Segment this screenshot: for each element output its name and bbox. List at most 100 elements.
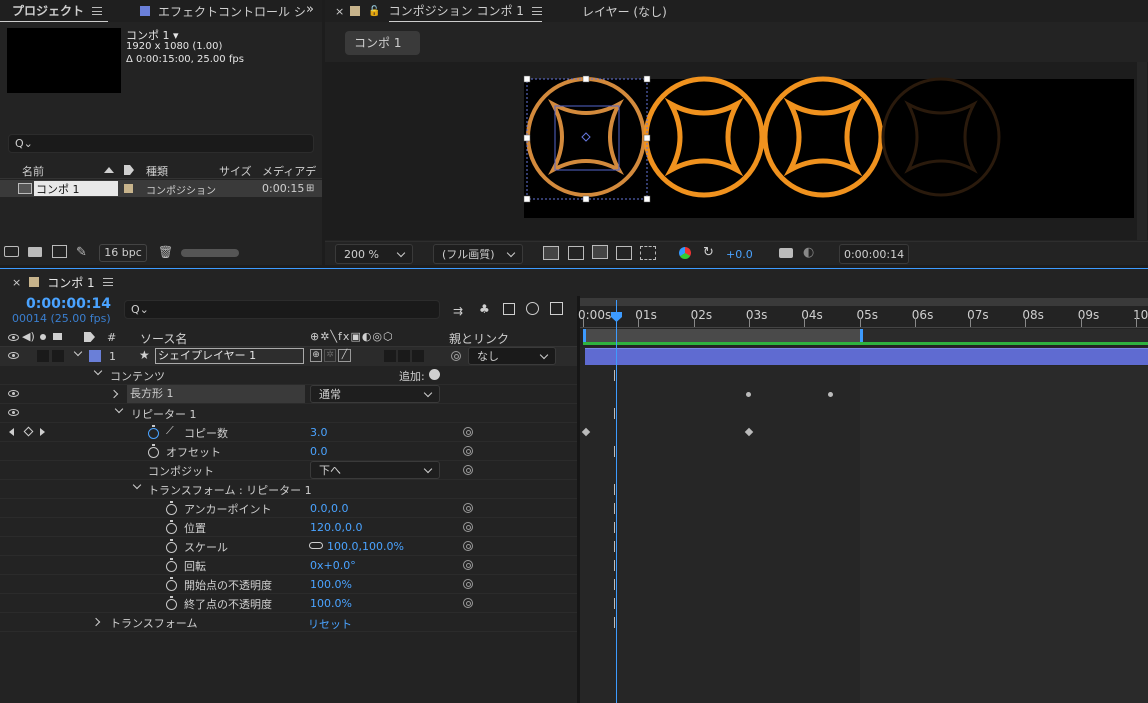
eye-icon[interactable] bbox=[8, 390, 19, 397]
comp-timecode[interactable]: 0:00:00:14 bbox=[839, 244, 909, 264]
end-opacity-value[interactable]: 100.0% bbox=[310, 597, 352, 610]
time-navigator[interactable] bbox=[580, 298, 1148, 306]
layer-label-color[interactable] bbox=[89, 350, 101, 362]
blend-mode-dropdown[interactable]: 通常 bbox=[310, 385, 440, 403]
snapshot-camera-icon[interactable] bbox=[779, 248, 793, 258]
current-timecode[interactable]: 0:00:00:14 bbox=[26, 296, 111, 312]
pickwhip-icon[interactable] bbox=[463, 522, 473, 532]
contents-row[interactable]: コンテンツ 追加: bbox=[0, 366, 578, 385]
tab-project[interactable]: プロジェクト bbox=[0, 0, 109, 22]
pickwhip-icon[interactable] bbox=[463, 446, 473, 456]
composite-row[interactable]: コンポジット 下へ bbox=[0, 461, 578, 480]
layer-name[interactable]: シェイプレイヤー 1 bbox=[155, 348, 304, 364]
region-of-interest-icon[interactable] bbox=[640, 246, 656, 260]
expand-transform-icon[interactable] bbox=[91, 617, 101, 627]
exposure-value[interactable]: +0.0 bbox=[726, 248, 753, 261]
lock-icon[interactable] bbox=[53, 333, 62, 340]
solo-box[interactable] bbox=[37, 350, 49, 362]
show-snapshot-icon[interactable]: ◐ bbox=[803, 245, 814, 260]
stopwatch-icon[interactable] bbox=[166, 539, 177, 553]
video-toggle-icon[interactable] bbox=[8, 334, 19, 341]
prev-keyframe-icon[interactable] bbox=[9, 428, 14, 436]
eye-icon[interactable] bbox=[8, 409, 19, 416]
scale-row[interactable]: スケール 100.0,100.0% bbox=[0, 537, 578, 556]
graph-icon[interactable]: ⟋ bbox=[166, 424, 174, 438]
panel-menu-icon[interactable] bbox=[531, 6, 542, 15]
position-value[interactable]: 120.0,0.0 bbox=[310, 521, 362, 534]
next-keyframe-icon[interactable] bbox=[40, 428, 45, 436]
panel-menu-icon[interactable] bbox=[102, 278, 113, 286]
stopwatch-icon[interactable] bbox=[166, 577, 177, 591]
shape-layer-preview[interactable] bbox=[521, 72, 1021, 212]
anchor-value[interactable]: 0.0,0.0 bbox=[310, 502, 348, 515]
col-media[interactable]: メディアデ bbox=[262, 163, 316, 179]
viewer-scrollbar[interactable] bbox=[1137, 62, 1147, 240]
sort-arrow-icon[interactable] bbox=[104, 167, 114, 173]
keyframe-marker[interactable] bbox=[746, 392, 751, 397]
position-row[interactable]: 位置 120.0,0.0 bbox=[0, 518, 578, 537]
overflow-chevron-icon[interactable]: » bbox=[306, 2, 314, 17]
switch-quality-icon[interactable]: ╱ bbox=[338, 349, 351, 362]
stopwatch-icon[interactable] bbox=[148, 444, 159, 458]
transform-repeater-row[interactable]: トランスフォーム : リピーター 1 bbox=[0, 480, 578, 499]
transform-row[interactable]: トランスフォーム リセット bbox=[0, 613, 578, 632]
col-name[interactable]: 名前 bbox=[22, 163, 44, 179]
tab-effect-controls[interactable]: エフェクトコントロール シ bbox=[134, 0, 312, 22]
close-icon[interactable]: × bbox=[12, 276, 21, 289]
stopwatch-icon[interactable] bbox=[166, 596, 177, 610]
safe-margins-icon[interactable] bbox=[616, 246, 632, 260]
scale-value[interactable]: 100.0,100.0% bbox=[327, 540, 404, 553]
switch-box-1[interactable] bbox=[384, 350, 396, 362]
pickwhip-icon[interactable] bbox=[463, 427, 473, 437]
flowchart-icon[interactable]: ⊞ bbox=[306, 183, 314, 194]
new-comp-icon[interactable] bbox=[52, 245, 67, 258]
rotation-row[interactable]: 回転 0x+0.0° bbox=[0, 556, 578, 575]
keyframe-marker[interactable] bbox=[828, 392, 833, 397]
start-opacity-row[interactable]: 開始点の不透明度 100.0% bbox=[0, 575, 578, 594]
project-search-input[interactable]: Q⌄ bbox=[8, 134, 314, 153]
resolution-dropdown[interactable]: (フル画質) bbox=[433, 244, 523, 264]
expand-rect-icon[interactable] bbox=[109, 389, 119, 399]
pickwhip-icon[interactable] bbox=[463, 465, 473, 475]
lock-icon[interactable]: 🔓 bbox=[368, 6, 380, 17]
comp-nav-button[interactable]: コンポ 1 bbox=[345, 31, 420, 55]
panel-menu-icon[interactable] bbox=[92, 6, 103, 15]
exposure-reset-icon[interactable]: ↻ bbox=[703, 245, 714, 260]
timeline-tab-label[interactable]: コンポ 1 bbox=[47, 274, 94, 291]
mask-visibility-icon[interactable] bbox=[592, 245, 608, 259]
expand-contents-icon[interactable] bbox=[93, 366, 103, 376]
trash-icon[interactable]: 🗑 bbox=[158, 245, 173, 259]
repeater-row[interactable]: リピーター 1 bbox=[0, 404, 578, 423]
rectangle-row[interactable]: 長方形 1 通常 bbox=[0, 385, 578, 404]
frame-blending-icon[interactable] bbox=[526, 302, 539, 315]
offset-value[interactable]: 0.0 bbox=[310, 445, 328, 458]
motion-blur-icon[interactable] bbox=[550, 302, 563, 315]
bpc-button[interactable]: 16 bpc bbox=[99, 244, 147, 262]
add-label[interactable]: 追加: bbox=[399, 368, 425, 384]
pickwhip-icon[interactable] bbox=[463, 598, 473, 608]
constrain-link-icon[interactable] bbox=[309, 542, 323, 549]
rect-name[interactable]: 長方形 1 bbox=[127, 385, 305, 403]
adjust-icon[interactable]: ✎ bbox=[76, 245, 87, 260]
expand-transform-icon[interactable] bbox=[132, 480, 142, 490]
start-opacity-value[interactable]: 100.0% bbox=[310, 578, 352, 591]
pickwhip-icon[interactable] bbox=[463, 541, 473, 551]
interpret-footage-icon[interactable] bbox=[4, 246, 19, 257]
end-opacity-row[interactable]: 終了点の不透明度 100.0% bbox=[0, 594, 578, 613]
current-time-indicator[interactable] bbox=[616, 300, 617, 703]
tab-layer[interactable]: レイヤー (なし) bbox=[582, 3, 667, 20]
col-type[interactable]: 種類 bbox=[146, 163, 168, 179]
switch-box-3[interactable] bbox=[412, 350, 424, 362]
switch-box-2[interactable] bbox=[398, 350, 410, 362]
switch-shy-icon[interactable]: ⊕ bbox=[310, 349, 322, 362]
parent-pickwhip-icon[interactable] bbox=[451, 351, 461, 361]
composition-mini-flowchart-icon[interactable]: ⇉ bbox=[453, 304, 463, 318]
project-item-row[interactable]: コンポ 1 コンポジション 0:00:15 ⊞ bbox=[0, 180, 322, 197]
stopwatch-icon[interactable] bbox=[166, 558, 177, 572]
copies-value[interactable]: 3.0 bbox=[310, 426, 328, 439]
zoom-dropdown[interactable]: 200 % bbox=[335, 244, 413, 264]
expand-repeater-icon[interactable] bbox=[114, 404, 124, 414]
draft-3d-icon[interactable]: ♣ bbox=[479, 302, 490, 316]
project-item-name[interactable]: コンポ 1 bbox=[34, 181, 118, 196]
rotation-value[interactable]: 0x+0.0° bbox=[310, 559, 356, 572]
